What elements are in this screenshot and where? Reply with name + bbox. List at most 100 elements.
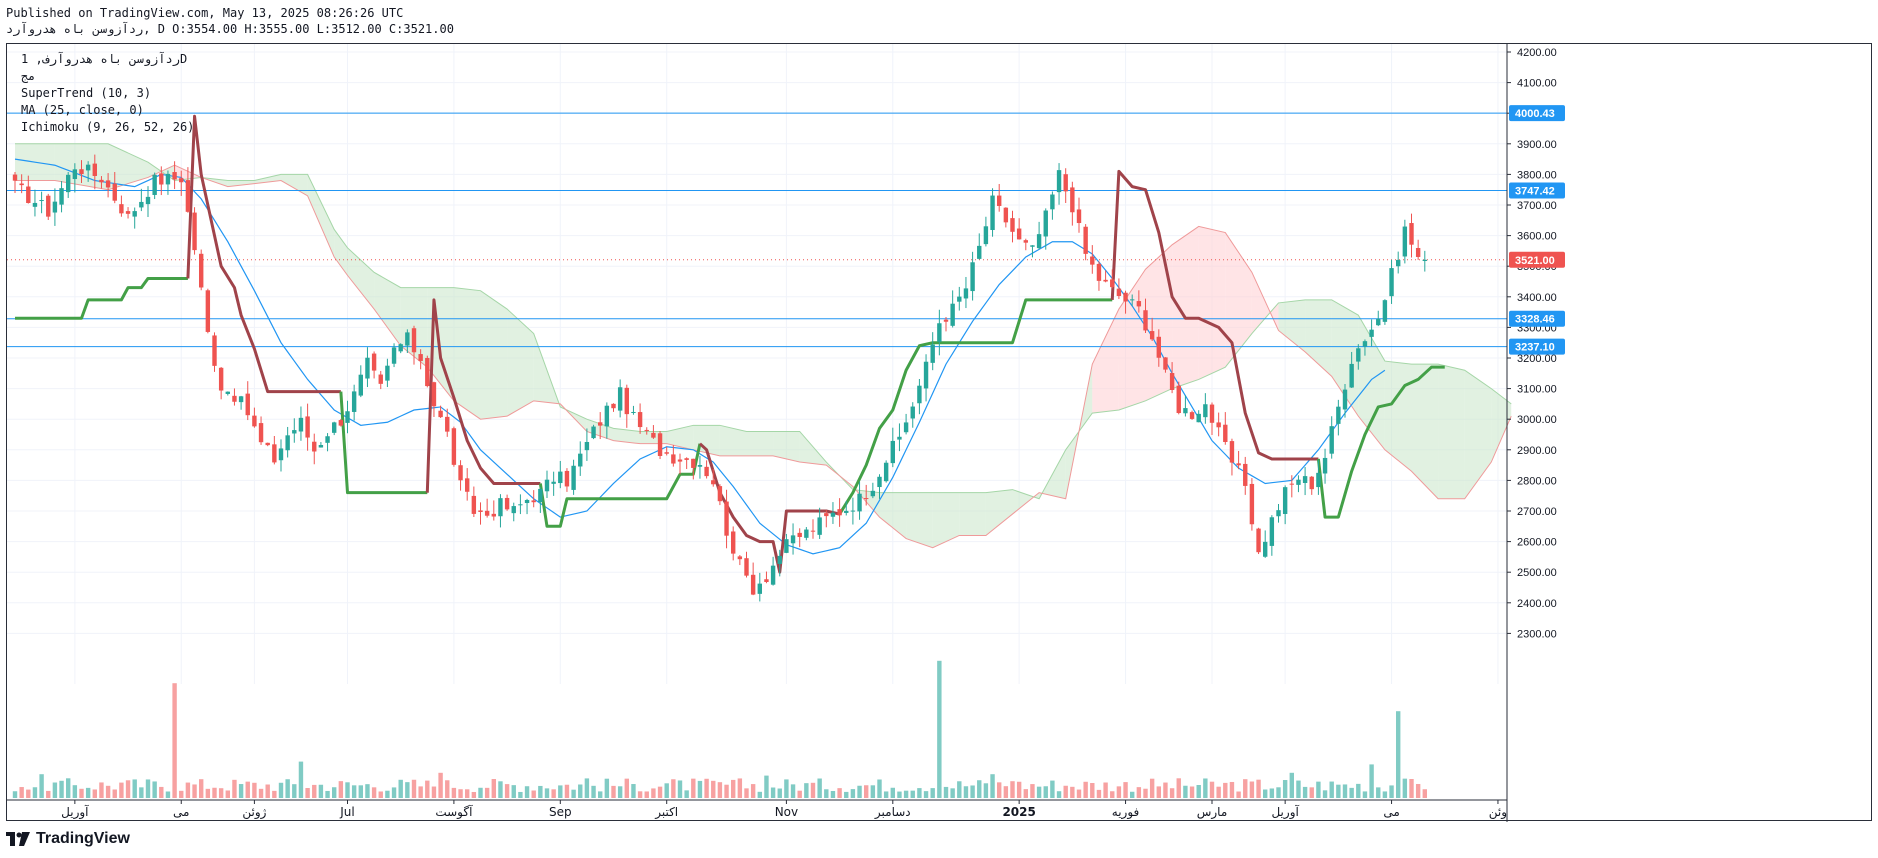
candle bbox=[1229, 438, 1235, 476]
candle-body bbox=[990, 195, 995, 230]
volume-bar bbox=[172, 683, 177, 798]
candle-body bbox=[784, 539, 789, 553]
volume-bar bbox=[39, 774, 44, 798]
candle bbox=[830, 502, 836, 524]
volume-bar bbox=[285, 779, 290, 798]
cloud-segment bbox=[1464, 370, 1492, 499]
candle-body bbox=[398, 344, 403, 352]
candle bbox=[837, 498, 842, 527]
candle bbox=[697, 455, 703, 479]
candle bbox=[1070, 181, 1075, 226]
candle bbox=[850, 497, 856, 525]
candle-body bbox=[890, 440, 895, 464]
candle-body bbox=[72, 169, 78, 180]
candle-body bbox=[225, 391, 230, 394]
candle-body bbox=[651, 432, 656, 438]
candle-body bbox=[1196, 413, 1201, 423]
volume-bar bbox=[225, 790, 230, 798]
candle-body bbox=[963, 288, 969, 299]
legend-supertrend[interactable]: SuperTrend (10, 3) bbox=[21, 86, 151, 100]
volume-bar bbox=[910, 790, 915, 798]
candle bbox=[1329, 416, 1334, 459]
candle-body bbox=[39, 200, 44, 202]
volume-bar bbox=[844, 791, 849, 798]
price-tick-label: 3000.00 bbox=[1517, 414, 1557, 426]
candle bbox=[578, 441, 583, 476]
volume-bar bbox=[378, 791, 383, 798]
candle-body bbox=[285, 435, 290, 451]
candle bbox=[611, 403, 616, 412]
candle-body bbox=[857, 493, 862, 512]
volume-bar bbox=[584, 778, 590, 798]
legend-ichimoku[interactable]: Ichimoku (9, 26, 52, 26) bbox=[21, 120, 194, 134]
volume-bar bbox=[1130, 791, 1135, 798]
candle bbox=[491, 500, 496, 521]
candle-body bbox=[1036, 234, 1042, 249]
candle bbox=[398, 343, 403, 354]
volume-bar bbox=[711, 780, 716, 798]
candle-body bbox=[1309, 476, 1314, 490]
candle-body bbox=[983, 226, 989, 245]
candle bbox=[465, 468, 470, 501]
volume-bar bbox=[338, 781, 344, 798]
candle bbox=[637, 403, 643, 434]
volume-bar bbox=[1296, 780, 1301, 798]
supertrend-up bbox=[15, 276, 188, 320]
volume-bar bbox=[1409, 779, 1414, 798]
candle bbox=[232, 388, 237, 406]
candle-body bbox=[804, 529, 809, 538]
candle-body bbox=[192, 212, 197, 251]
candle-body bbox=[305, 416, 310, 438]
candle bbox=[298, 406, 304, 441]
candle-body bbox=[544, 479, 550, 492]
candle-body bbox=[764, 579, 769, 583]
volume-bar bbox=[578, 784, 583, 798]
volume-bar bbox=[724, 784, 729, 798]
cloud-segment bbox=[1198, 226, 1226, 380]
candle-body bbox=[385, 365, 390, 381]
candle bbox=[471, 486, 477, 518]
supertrend-down bbox=[186, 114, 341, 394]
candle-body bbox=[1369, 329, 1374, 337]
supertrend-up bbox=[538, 443, 702, 528]
candle-body bbox=[518, 504, 523, 506]
cloud-segment bbox=[1278, 299, 1306, 352]
volume-bar bbox=[657, 786, 663, 798]
volume-bar bbox=[644, 791, 649, 798]
volume-bar bbox=[1376, 787, 1381, 798]
candle-body bbox=[1149, 331, 1155, 340]
candle-body bbox=[1236, 463, 1241, 466]
legend-ma[interactable]: MA (25, close, 0) bbox=[21, 103, 144, 117]
volume-bar bbox=[185, 782, 191, 798]
candle-body bbox=[179, 178, 184, 183]
volume-bar bbox=[32, 787, 38, 798]
cloud-segment bbox=[719, 425, 747, 456]
candle-body bbox=[897, 436, 902, 440]
candle-body bbox=[451, 428, 457, 465]
candle bbox=[1296, 475, 1301, 493]
volume-bar bbox=[465, 789, 470, 798]
candle-body bbox=[1282, 487, 1288, 514]
time-tick-label: اکتبر bbox=[654, 805, 678, 820]
volume-bar bbox=[351, 785, 357, 798]
volume-bar bbox=[943, 786, 949, 798]
candle bbox=[684, 457, 689, 470]
candle-body bbox=[378, 374, 383, 384]
volume-bar bbox=[391, 787, 397, 798]
candle bbox=[1063, 168, 1068, 204]
candle-body bbox=[484, 510, 490, 516]
candle bbox=[977, 233, 982, 260]
candle bbox=[704, 460, 709, 479]
price-chart[interactable]: 4200.004100.004000.003900.003800.003700.… bbox=[7, 44, 1873, 822]
volume-bar bbox=[511, 785, 516, 798]
volume-bar bbox=[52, 782, 58, 798]
candle-body bbox=[903, 422, 909, 433]
volume-bar bbox=[1302, 786, 1308, 798]
candle bbox=[312, 433, 317, 465]
volume-bar bbox=[903, 790, 909, 798]
candle-body bbox=[1415, 247, 1421, 257]
volume-bar bbox=[564, 784, 570, 798]
volume-bar bbox=[119, 782, 124, 798]
candle-body bbox=[1189, 412, 1195, 419]
chart-frame[interactable]: 4200.004100.004000.003900.003800.003700.… bbox=[6, 43, 1873, 822]
